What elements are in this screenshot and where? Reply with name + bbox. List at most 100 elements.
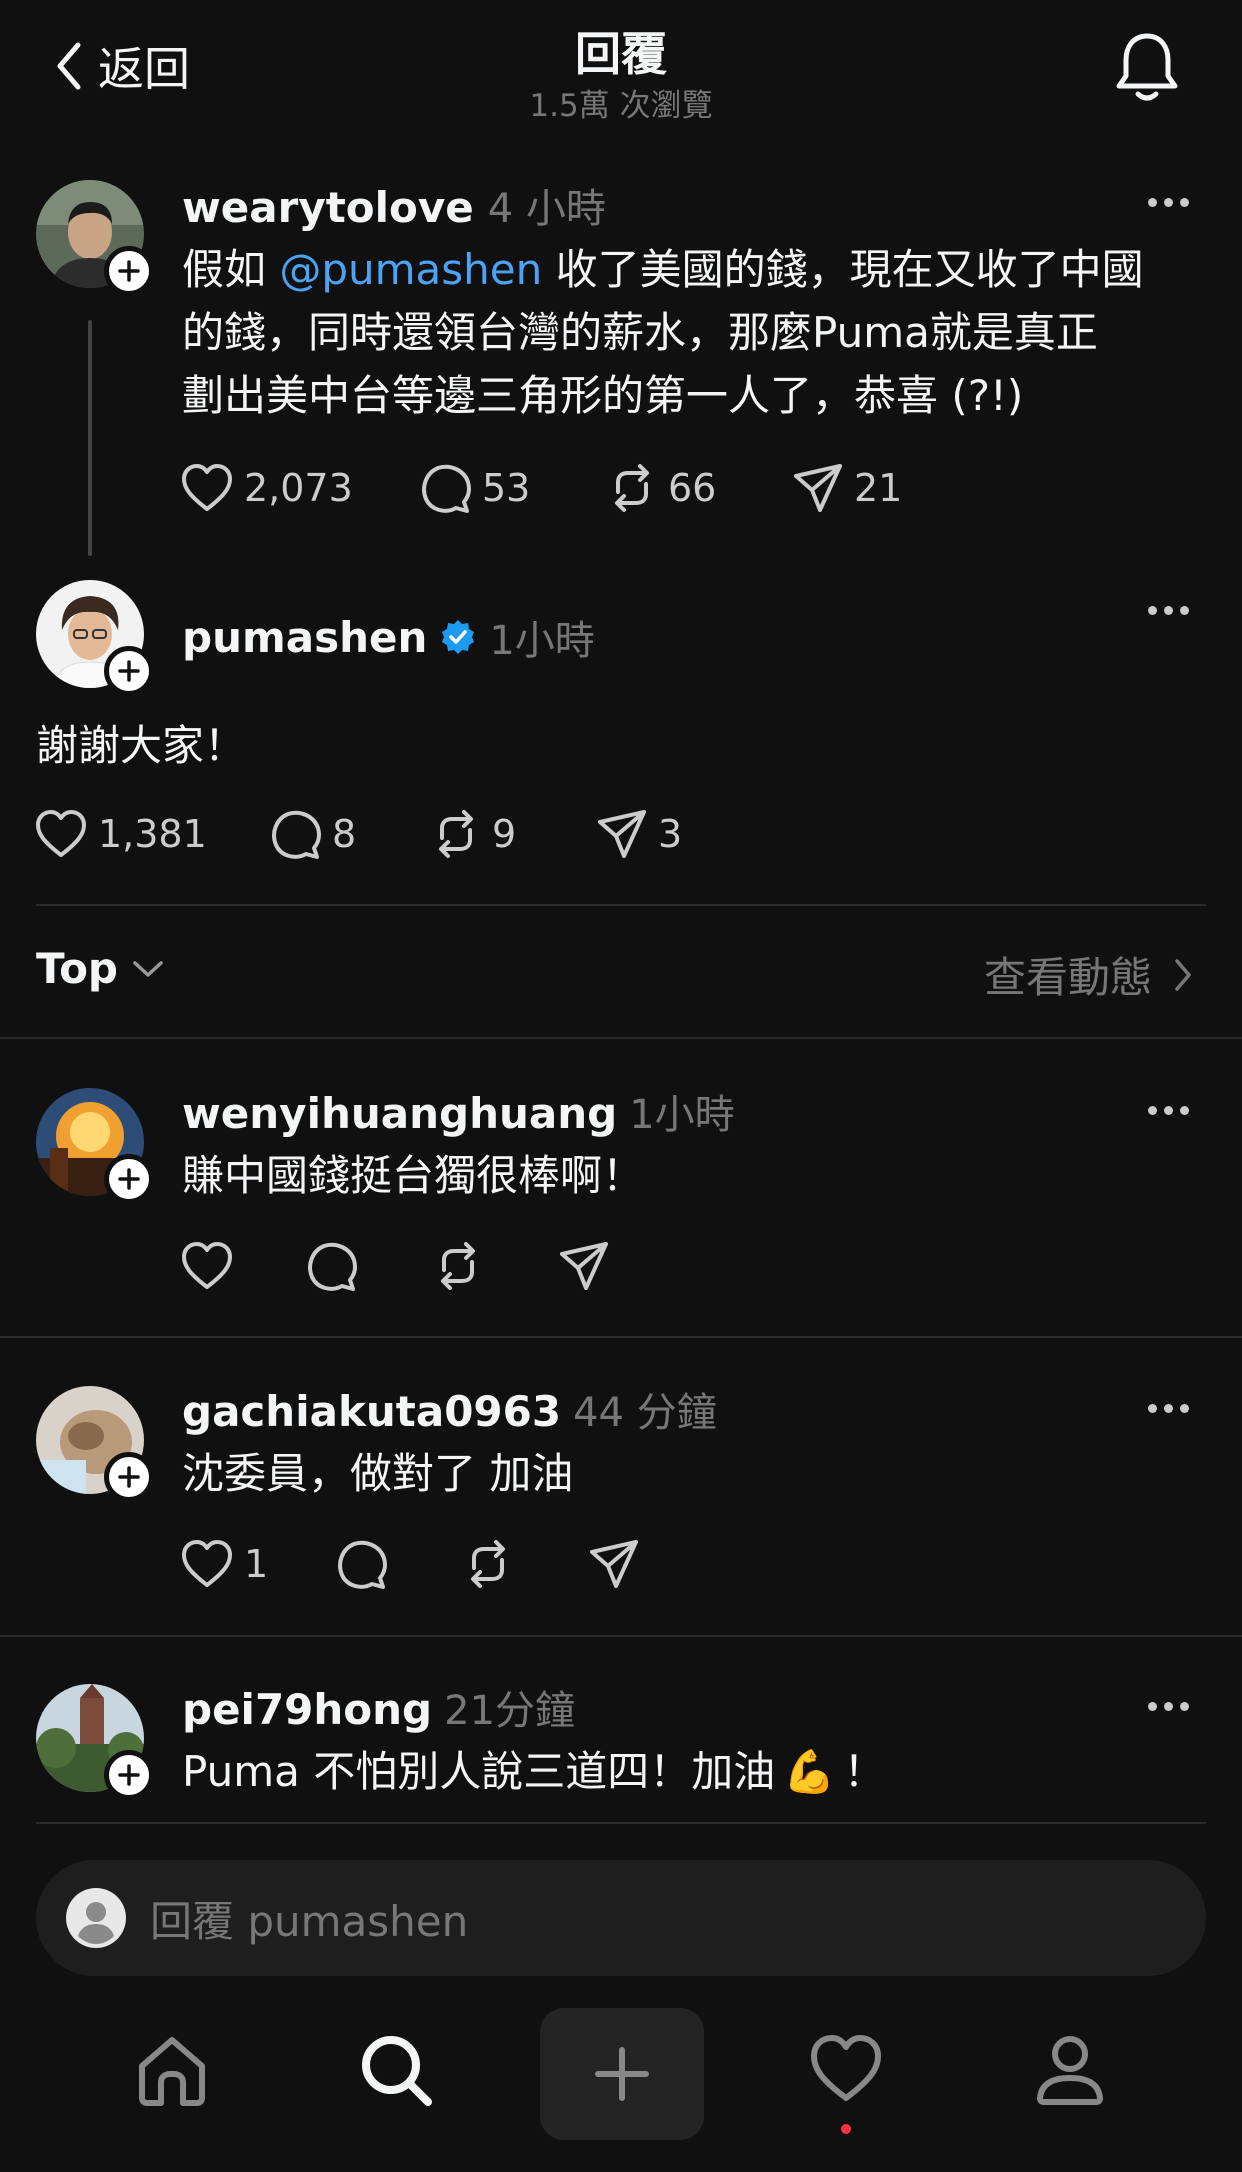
nav-profile[interactable]	[990, 2032, 1150, 2172]
username[interactable]: wearytolove	[182, 183, 474, 232]
post-text: 謝謝大家！	[36, 721, 247, 770]
comment-text: Puma 不怕別人說三道四！加油 💪！	[182, 1747, 886, 1796]
comment-icon	[422, 464, 471, 513]
username[interactable]: gachiakuta0963	[182, 1387, 561, 1436]
username[interactable]: wenyihuanghuang	[182, 1089, 617, 1138]
reply-placeholder: 回覆 pumashen	[150, 1896, 469, 1946]
comment-item: pei79hong 21分鐘 Puma 不怕別人說三道四！加油 💪！	[0, 1656, 1242, 1822]
share-button[interactable]: 3	[596, 808, 716, 860]
follow-button[interactable]	[104, 1452, 154, 1502]
nav-create[interactable]	[540, 2008, 704, 2140]
comment-time: 21分鐘	[444, 1688, 576, 1734]
view-count: 1.5萬 次瀏覽	[529, 88, 713, 124]
more-options-button[interactable]	[1148, 600, 1189, 620]
divider	[0, 1336, 1242, 1338]
comment-item: wenyihuanghuang 1小時 賺中國錢挺台獨很棒啊！	[0, 1060, 1242, 1330]
repost-count: 66	[668, 466, 717, 510]
page-title: 回覆	[575, 27, 667, 81]
share-button[interactable]: 21	[792, 462, 932, 514]
share-count: 21	[854, 466, 903, 510]
comment-count: 8	[332, 812, 357, 856]
like-count: 1,381	[98, 812, 207, 856]
comment-item: gachiakuta0963 44 分鐘 沈委員，做對了 加油 1	[0, 1358, 1242, 1628]
share-icon	[794, 464, 842, 512]
comment-actions	[180, 1240, 638, 1292]
comment-count: 53	[482, 466, 531, 510]
profile-icon	[1037, 2036, 1103, 2105]
original-post: wearytolove 4 小時 假如 @pumashen 收了美國的錢，現在又…	[0, 170, 1242, 560]
like-count: 1	[244, 1542, 269, 1586]
post-actions: 2,073 53 66 21	[180, 462, 932, 514]
mention-link[interactable]: @pumashen	[279, 245, 542, 294]
comment-icon	[338, 1540, 387, 1589]
home-icon	[139, 2037, 205, 2106]
post-time: 4 小時	[487, 186, 606, 232]
repost-icon	[441, 1242, 475, 1290]
heart-icon	[811, 2035, 881, 2101]
divider	[36, 904, 1206, 906]
divider	[0, 1037, 1242, 1039]
follow-button[interactable]	[104, 1750, 154, 1800]
post-actions: 1,381 8 9 3	[34, 808, 716, 860]
more-options-button[interactable]	[1148, 1696, 1189, 1716]
like-button[interactable]	[180, 1241, 306, 1291]
heart-icon	[182, 464, 232, 511]
repost-button[interactable]	[432, 1240, 558, 1292]
divider	[0, 1635, 1242, 1637]
repost-button[interactable]	[462, 1538, 588, 1590]
heart-icon	[36, 810, 86, 857]
notification-button[interactable]	[1112, 30, 1182, 104]
follow-button[interactable]	[104, 1154, 154, 1204]
comment-button[interactable]	[336, 1538, 462, 1590]
username[interactable]: pei79hong	[182, 1685, 432, 1734]
reply-post: pumashen 1小時 謝謝大家！ 1,381 8 9 3	[0, 570, 1242, 870]
comment-icon	[308, 1242, 357, 1291]
more-options-button[interactable]	[1148, 192, 1189, 212]
flexed-biceps-emoji: 💪	[783, 1747, 836, 1796]
comment-time: 1小時	[629, 1092, 735, 1138]
follow-button[interactable]	[104, 246, 154, 296]
repost-count: 9	[492, 812, 517, 856]
verified-icon	[442, 620, 475, 654]
share-icon	[590, 1540, 638, 1588]
chevron-right-icon	[1175, 958, 1191, 991]
follow-button[interactable]	[104, 646, 154, 696]
reply-input[interactable]: 回覆 pumashen	[36, 1860, 1206, 1976]
heart-icon	[182, 1242, 232, 1289]
more-options-button[interactable]	[1148, 1100, 1189, 1120]
comment-button[interactable]: 8	[270, 808, 430, 860]
like-button[interactable]: 1,381	[34, 809, 270, 859]
plus-icon	[118, 660, 140, 682]
plus-icon	[118, 260, 140, 282]
comment-text: 賺中國錢挺台獨很棒啊！	[182, 1151, 645, 1200]
comment-time: 44 分鐘	[573, 1390, 717, 1436]
sort-dropdown[interactable]: Top	[36, 944, 164, 993]
post-time: 1小時	[489, 618, 595, 664]
chevron-down-icon	[133, 960, 163, 977]
repost-icon	[615, 464, 649, 512]
like-button[interactable]: 1	[180, 1539, 336, 1589]
plus-icon	[118, 1466, 140, 1488]
search-icon	[362, 2036, 432, 2106]
profile-avatar-icon	[66, 1888, 126, 1948]
nav-activity[interactable]	[766, 2032, 926, 2172]
nav-home[interactable]	[92, 2032, 252, 2172]
username[interactable]: pumashen	[182, 613, 427, 662]
activity-label: 查看動態	[983, 953, 1152, 1002]
comment-text: 沈委員，做對了 加油	[182, 1449, 574, 1498]
post-text: 假如 @pumashen 收了美國的錢，現在又收了中國 的錢，同時還領台灣的薪水…	[182, 245, 1144, 420]
comment-button[interactable]: 53	[420, 462, 606, 514]
repost-icon	[439, 810, 473, 858]
comment-actions: 1	[180, 1538, 668, 1590]
more-options-button[interactable]	[1148, 1398, 1189, 1418]
nav-search[interactable]	[316, 2032, 476, 2172]
share-button[interactable]	[558, 1240, 638, 1292]
comment-button[interactable]	[306, 1240, 432, 1292]
like-count: 2,073	[244, 466, 353, 510]
like-button[interactable]: 2,073	[180, 463, 420, 513]
divider	[36, 1822, 1206, 1824]
share-button[interactable]	[588, 1538, 668, 1590]
view-activity-link[interactable]: 查看動態	[984, 944, 1192, 1005]
repost-button[interactable]: 66	[606, 462, 792, 514]
repost-button[interactable]: 9	[430, 808, 596, 860]
